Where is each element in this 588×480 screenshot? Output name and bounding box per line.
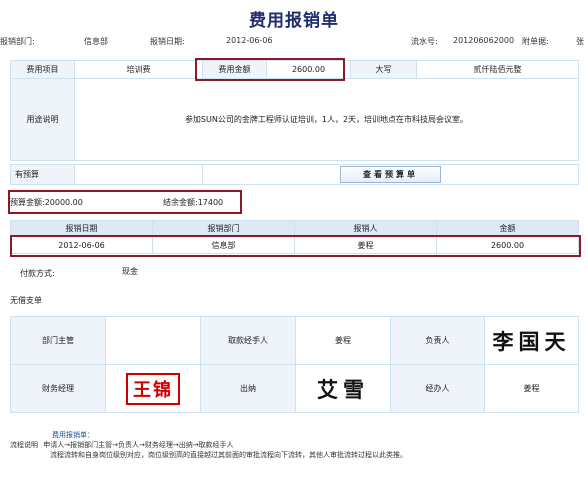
finance-label: 财务经理: [10, 364, 106, 413]
item-value: 培训费: [74, 60, 203, 79]
payment-value: 现金: [122, 267, 138, 276]
header-meta: 报销部门: 信息部 报销日期: 2012-06-06 流水号: 20120606…: [0, 36, 588, 48]
budget-highlight-box: [8, 190, 242, 214]
agent-value: 姜程: [295, 316, 391, 365]
purpose-label: 用途说明: [10, 78, 75, 161]
flow-line2: 流程流转和自身岗位级别对应，岗位级别高的直接越过其前面的审批流程向下流转，其他人…: [50, 451, 407, 459]
attach-value: 张: [576, 37, 584, 46]
signature-table: 部门主管 取款经手人 姜程 负责人 李国天 财务经理 王锦 出纳 艾雪 经办人 …: [10, 316, 579, 413]
flow-line1: 申请人→报销部门主管→负责人→财务经理→出纳→取款经手人: [43, 441, 234, 449]
flow-description: 费用报销单： 流程说明 申请人→报销部门主管→负责人→财务经理→出纳→取款经手人…: [10, 430, 580, 460]
handler-value: 姜程: [484, 364, 579, 413]
budget-label: 有预算: [10, 164, 75, 185]
cashier-signature: 艾雪: [317, 376, 369, 402]
finance-stamp: 王锦: [126, 372, 180, 405]
date-label: 报销日期:: [150, 37, 185, 46]
dept-head-label: 部门主管: [10, 316, 106, 365]
purpose-text: 参加SUN公司的金牌工程师认证培训，1人，2天，培训地点在市科技局会议室。: [74, 78, 579, 161]
dept-head-value: [105, 316, 201, 365]
flow-title: 费用报销单：: [52, 431, 94, 439]
principal-label: 负责人: [390, 316, 485, 365]
view-budget-button[interactable]: 查看预算单: [340, 166, 441, 183]
amount-highlight-box: [195, 58, 345, 81]
dept-label: 报销部门:: [0, 37, 35, 46]
upper-value: 贰仟陆佰元整: [416, 60, 579, 79]
agent-label: 取款经手人: [200, 316, 296, 365]
handler-label: 经办人: [390, 364, 485, 413]
principal-signature: 李国天: [492, 328, 571, 354]
attach-label: 附单据:: [522, 37, 549, 46]
payment-label: 付款方式:: [20, 269, 55, 278]
cashier-label: 出纳: [200, 364, 296, 413]
budget-table: 有预算 查看预算单: [10, 164, 579, 185]
upper-label: 大写: [350, 60, 417, 79]
borrow-label: 无借支单: [10, 296, 42, 305]
flow-label: 流程说明: [10, 441, 38, 449]
serial-label: 流水号:: [411, 37, 438, 46]
page-title: 费用报销单: [249, 11, 339, 31]
item-label: 费用项目: [10, 60, 75, 79]
date-value: 2012-06-06: [226, 36, 273, 45]
dept-value: 信息部: [84, 37, 108, 46]
serial-value: 201206062000: [453, 36, 515, 45]
detail-highlight-box: [10, 235, 581, 257]
